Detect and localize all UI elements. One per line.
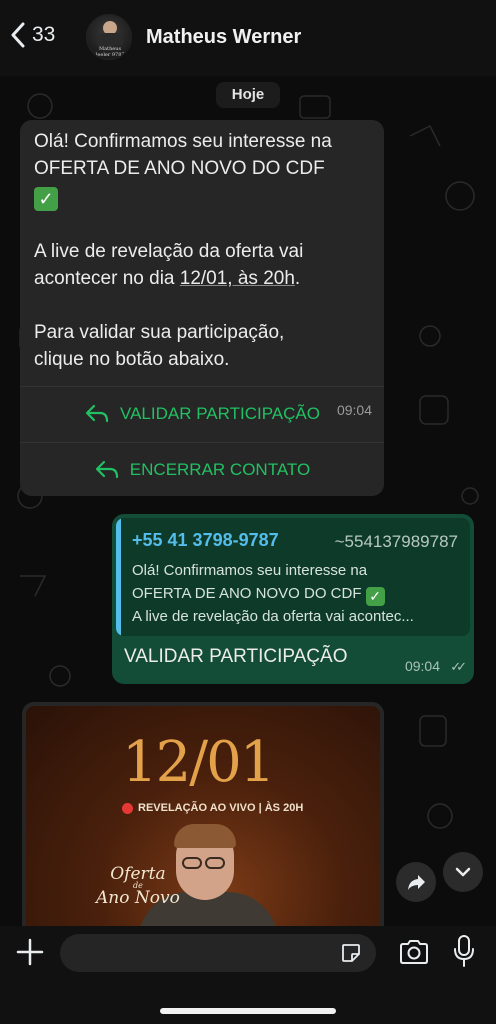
offer-logo: Oferta de Ano Novo bbox=[96, 864, 180, 908]
live-text: REVELAÇÃO AO VIVO | ÀS 20H bbox=[138, 802, 304, 814]
chat-header: 33 Matheus Jeeler 9787 Matheus Werner bbox=[0, 0, 496, 76]
quote-sender-alias: ~554137989787 bbox=[334, 532, 458, 551]
outgoing-message[interactable]: +55 41 3798-9787 ~554137989787 Olá! Conf… bbox=[112, 514, 474, 684]
camera-icon[interactable] bbox=[398, 938, 430, 966]
live-dot-icon bbox=[122, 802, 133, 814]
end-contact-button[interactable]: ENCERRAR CONTATO bbox=[20, 442, 384, 496]
avatar[interactable]: Matheus Jeeler 9787 bbox=[86, 14, 132, 60]
incoming-message[interactable]: Olá! Confirmamos seu interesse na OFERTA… bbox=[20, 120, 384, 496]
chevron-down-icon bbox=[455, 867, 471, 877]
message-line-2-suffix: . bbox=[294, 268, 301, 289]
forward-icon bbox=[408, 875, 425, 890]
date-separator: Hoje bbox=[216, 82, 280, 108]
outgoing-text: VALIDAR PARTICIPAÇÃO bbox=[124, 646, 348, 667]
message-line-1: Olá! Confirmamos seu interesse na OFERTA… bbox=[34, 131, 332, 179]
reply-icon bbox=[95, 460, 118, 478]
person-hair bbox=[174, 824, 236, 848]
promo-date: 12/01 bbox=[122, 730, 275, 795]
quote-sender-phone: +55 41 3798-9787 bbox=[132, 530, 279, 550]
check-mark-icon: ✓ bbox=[34, 187, 58, 211]
microphone-icon[interactable] bbox=[452, 934, 476, 968]
plus-icon[interactable] bbox=[14, 936, 46, 968]
logo-line-1: Oferta bbox=[110, 864, 166, 884]
message-input[interactable] bbox=[60, 934, 376, 972]
button-label: VALIDAR PARTICIPAÇÃO bbox=[120, 403, 320, 423]
image-message[interactable]: 12/01 REVELAÇÃO AO VIVO | ÀS 20H Oferta … bbox=[22, 702, 384, 926]
composer-bar bbox=[0, 926, 496, 1024]
date-link[interactable]: 12/01, às 20h bbox=[180, 268, 295, 289]
promo-live-label: REVELAÇÃO AO VIVO | ÀS 20H bbox=[122, 802, 303, 814]
message-text: Olá! Confirmamos seu interesse na OFERTA… bbox=[20, 120, 384, 373]
home-indicator bbox=[160, 1008, 336, 1014]
reply-icon bbox=[85, 404, 109, 422]
back-button[interactable]: 33 bbox=[10, 22, 55, 48]
quote-bar bbox=[116, 518, 121, 636]
double-check-icon: ✓✓ bbox=[450, 659, 467, 674]
scroll-down-button[interactable] bbox=[443, 852, 483, 892]
check-mark-icon: ✓ bbox=[365, 587, 385, 606]
unread-count: 33 bbox=[32, 23, 56, 46]
forward-button[interactable] bbox=[396, 862, 436, 902]
quote-line-1: Olá! Confirmamos seu interesse na bbox=[132, 562, 368, 579]
chevron-left-icon bbox=[11, 22, 25, 48]
chat-area[interactable]: Hoje Olá! Confirmamos seu interesse na O… bbox=[0, 76, 496, 926]
quoted-message[interactable]: +55 41 3798-9787 ~554137989787 Olá! Conf… bbox=[116, 518, 470, 636]
quote-line-3: A live de revelação da oferta vai aconte… bbox=[132, 608, 414, 625]
promo-image[interactable]: 12/01 REVELAÇÃO AO VIVO | ÀS 20H Oferta … bbox=[26, 706, 380, 926]
sticker-icon[interactable] bbox=[340, 942, 362, 964]
quote-line-2-text: OFERTA DE ANO NOVO DO CDF bbox=[132, 585, 362, 602]
avatar-caption: Matheus Jeeler 9787 bbox=[95, 46, 125, 58]
quote-line-2: OFERTA DE ANO NOVO DO CDF ✓ bbox=[132, 585, 462, 606]
message-time: 09:04 bbox=[404, 658, 440, 674]
button-label: ENCERRAR CONTATO bbox=[129, 459, 311, 479]
logo-line-3: Ano Novo bbox=[96, 888, 180, 908]
glasses bbox=[182, 856, 230, 869]
validate-participation-button[interactable]: VALIDAR PARTICIPAÇÃO bbox=[20, 386, 384, 440]
contact-name[interactable]: Matheus Werner bbox=[146, 26, 301, 49]
message-line-3: Para validar sua participação, clique no… bbox=[34, 322, 285, 370]
